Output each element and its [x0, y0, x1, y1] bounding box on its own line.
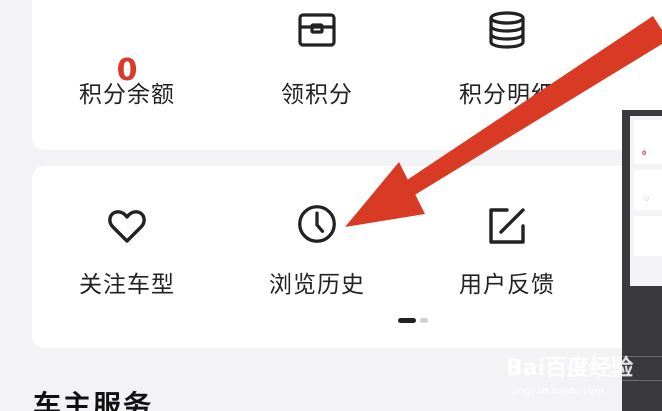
quick-actions-card: 关注车型 浏览历史 用户反馈 — [32, 166, 662, 348]
user-feedback-label: 用户反馈 — [459, 272, 555, 298]
thumbnail-card — [634, 170, 662, 210]
claim-points-label: 领积分 — [281, 82, 353, 108]
coins-stack-icon — [487, 10, 527, 50]
followed-models-item[interactable]: 关注车型 — [32, 166, 222, 306]
browse-history-label: 浏览历史 — [269, 272, 365, 298]
points-detail-label: 积分明细 — [459, 82, 555, 108]
watermark-brand: Bai百度经验 — [506, 356, 634, 381]
heart-icon — [107, 206, 147, 246]
points-detail-item[interactable]: 积分明细 — [412, 0, 602, 150]
thumbnail-value: 0 — [642, 150, 647, 157]
followed-models-label: 关注车型 — [79, 272, 175, 298]
clock-icon — [297, 204, 337, 244]
chest-icon — [297, 10, 337, 50]
thumbnail-card — [634, 216, 662, 256]
points-balance-item[interactable]: 0 积分余额 — [32, 0, 222, 150]
page-indicator-inactive — [420, 318, 428, 323]
watermark-url: jingyan.baidu.com — [512, 386, 605, 397]
browse-history-item[interactable]: 浏览历史 — [222, 166, 412, 306]
page-indicator-active — [398, 318, 416, 323]
baidu-jingyan-watermark: Bai百度经验 jingyan.baidu.com — [506, 342, 656, 408]
claim-points-item[interactable]: 领积分 — [222, 0, 412, 150]
points-balance-label: 积分余额 — [79, 82, 175, 108]
section-title: 车主服务 — [33, 389, 154, 411]
thumbnail-heart-icon: ♡ — [644, 196, 650, 203]
thumbnail-section — [634, 262, 662, 284]
thumbnail-preview: 0 ♡ — [630, 116, 662, 286]
thumbnail-card — [634, 120, 662, 164]
edit-icon — [487, 206, 527, 246]
user-feedback-item[interactable]: 用户反馈 — [412, 166, 602, 306]
points-card: 0 积分余额 领积分 积分明细 — [32, 0, 662, 150]
